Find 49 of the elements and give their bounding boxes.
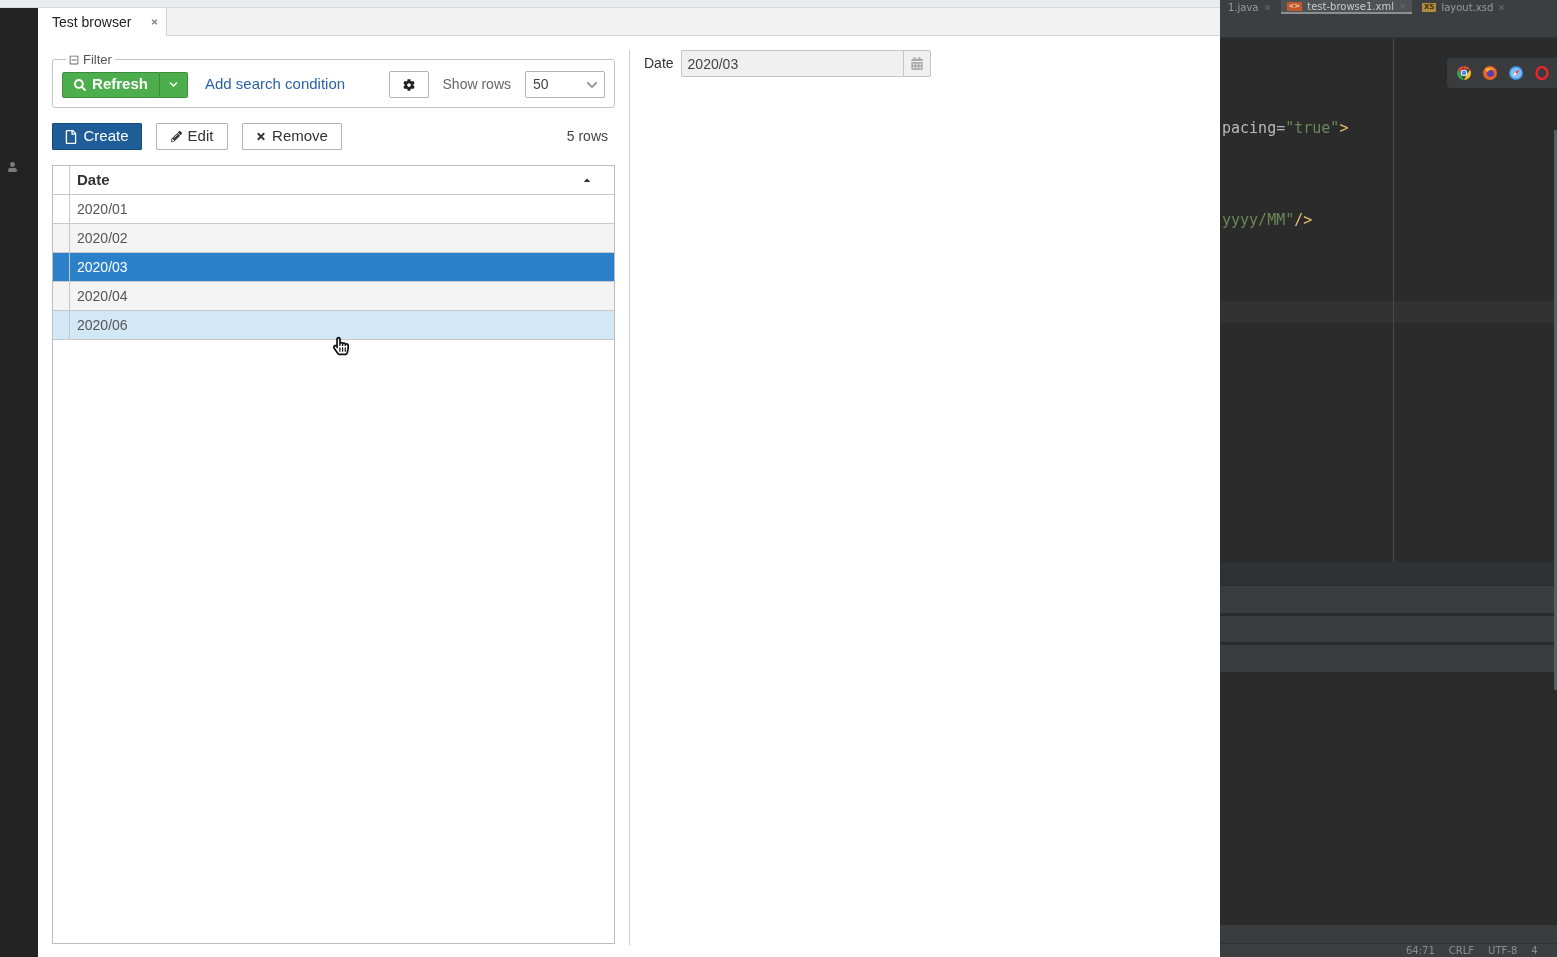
date-label: Date: [644, 54, 674, 73]
search-icon: [74, 78, 87, 91]
dropdown-button[interactable]: [160, 71, 188, 98]
calendar-icon: [910, 57, 923, 70]
compass-icon[interactable]: [1509, 66, 1523, 80]
filter-toggle[interactable]: Filter: [69, 52, 112, 67]
page-tab[interactable]: Test browser: [38, 8, 167, 36]
table-cell-text: 2020/02: [76, 228, 129, 248]
tab-label: layout.xsd: [1441, 0, 1494, 14]
table-cell-text: 2020/01: [76, 199, 129, 219]
file-icon: [65, 129, 78, 144]
multicolor-circle-icon[interactable]: [1457, 66, 1471, 80]
remove-button[interactable]: Remove: [242, 123, 342, 150]
close-icon[interactable]: [151, 18, 158, 26]
edit-button[interactable]: Edit: [156, 123, 228, 150]
create-button[interactable]: Create: [52, 123, 142, 150]
table-cell-text: 2020/06: [76, 315, 129, 335]
hand-cursor-icon: [333, 335, 349, 357]
add-search-condition-link[interactable]: Add search condition: [205, 73, 346, 96]
table-row[interactable]: 2020/03: [53, 253, 614, 282]
close-icon[interactable]: [1498, 3, 1506, 11]
tab-label: test-browse1.xml: [1307, 0, 1394, 13]
table-cell-text: 2020/04: [76, 286, 129, 306]
code-line: pacing="true">: [1221, 119, 1350, 137]
show-rows-label: Show rows: [442, 75, 511, 94]
rows-select[interactable]: 50: [525, 71, 605, 98]
row-count: 5 rows: [566, 127, 608, 146]
code-line: yyyy/MM"/>: [1221, 211, 1314, 229]
calendar-button[interactable]: [902, 50, 931, 77]
settings-icon: [402, 78, 415, 91]
close-icon: [256, 131, 267, 142]
pencil-icon: [170, 131, 182, 142]
table-row[interactable]: 2020/02: [53, 224, 614, 253]
tab-label: 1.java: [1228, 0, 1259, 14]
table-row[interactable]: 2020/01: [53, 195, 614, 224]
chevron-down-icon: [169, 80, 178, 89]
settings-button[interactable]: [388, 71, 429, 98]
table-row[interactable]: 2020/06: [53, 311, 614, 340]
globe-icon[interactable]: [1483, 66, 1497, 80]
column-title: Date: [77, 169, 110, 190]
close-icon[interactable]: [1263, 3, 1271, 11]
table-cell-text: 2020/03: [76, 257, 129, 277]
date-field[interactable]: 2020/03: [680, 50, 903, 77]
ring-icon[interactable]: [1535, 66, 1549, 80]
scrollbar-thumb[interactable]: [1554, 130, 1557, 690]
column-header[interactable]: Date: [70, 166, 614, 194]
user-icon[interactable]: [8, 162, 17, 172]
table-row[interactable]: 2020/04: [53, 282, 614, 311]
tab-label: Test browser: [52, 12, 132, 32]
